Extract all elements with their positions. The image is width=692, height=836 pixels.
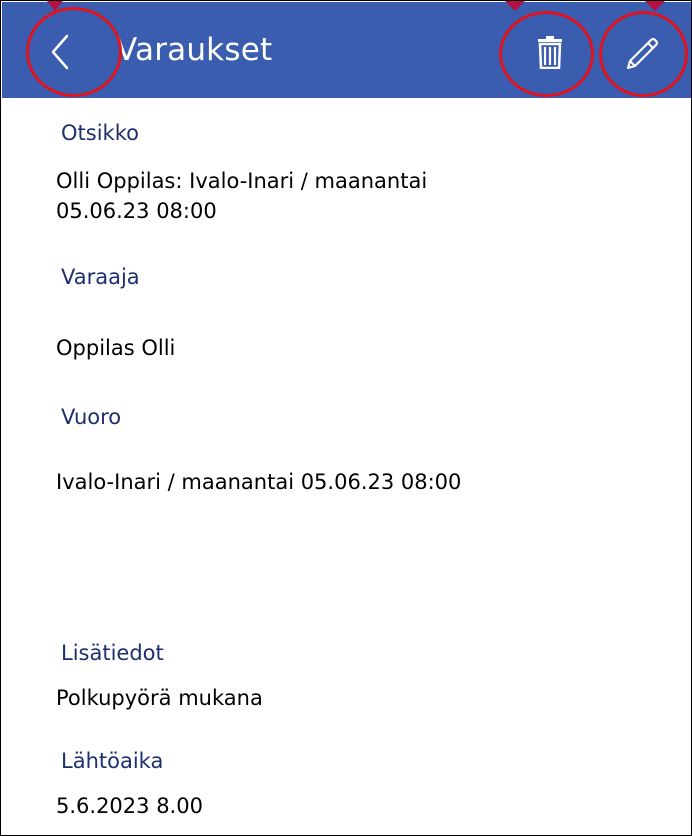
trash-icon	[538, 36, 562, 69]
field-value-otsikko-line2: 05.06.23 08:00	[56, 199, 217, 223]
field-label-vuoro: Vuoro	[61, 405, 122, 429]
field-value-varaaja: Oppilas Olli	[56, 336, 176, 360]
page-title: Varaukset	[116, 32, 273, 68]
field-label-otsikko: Otsikko	[61, 121, 139, 145]
field-value-lisatiedot: Polkupyörä mukana	[56, 686, 263, 710]
field-value-vuoro: Ivalo-Inari / maanantai 05.06.23 08:00	[56, 470, 462, 494]
field-value-otsikko: Olli Oppilas: Ivalo-Inari / maanantai 05…	[56, 166, 427, 226]
delete-button[interactable]	[532, 30, 568, 74]
pencil-icon	[626, 37, 659, 70]
field-value-otsikko-line1: Olli Oppilas: Ivalo-Inari / maanantai	[56, 169, 428, 193]
chevron-left-icon	[51, 34, 69, 70]
field-label-lahtoaika: Lähtöaika	[61, 749, 164, 773]
detail-screen: Varaukset Otsikko Olli Oppilas: Ivalo-In…	[0, 0, 692, 836]
header-bar: Varaukset	[2, 2, 691, 98]
field-label-varaaja: Varaaja	[61, 265, 140, 289]
back-button[interactable]	[40, 22, 80, 82]
field-label-lisatiedot: Lisätiedot	[61, 641, 164, 665]
field-value-lahtoaika: 5.6.2023 8.00	[56, 794, 203, 818]
edit-button[interactable]	[618, 30, 666, 78]
